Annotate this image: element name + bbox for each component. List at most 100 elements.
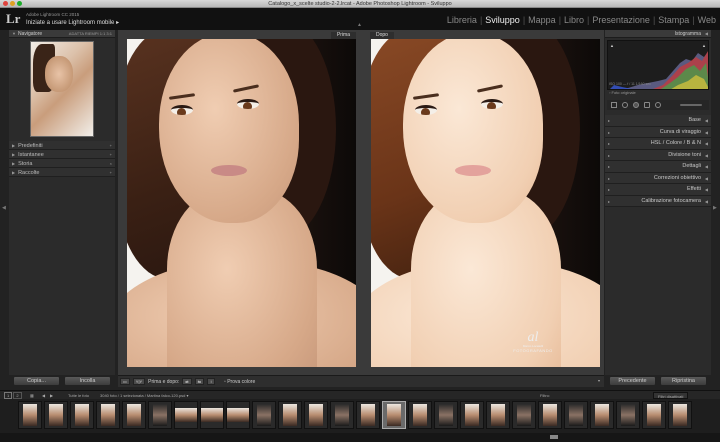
filmstrip-thumbnail[interactable] [486,401,510,429]
loupe-view-button[interactable]: ▭ [120,378,130,385]
section-label: Raccolte [18,170,40,176]
module-web[interactable]: Web [696,15,718,25]
filmstrip-scrollbar[interactable] [0,433,720,442]
panel-switch-icon[interactable]: ▸ [608,184,610,195]
module-libreria[interactable]: Libreria [445,15,479,25]
filmstrip-thumbnail[interactable] [460,401,484,429]
filmstrip-thumbnail[interactable] [252,401,276,429]
reset-button[interactable]: Ripristina [660,376,707,386]
copy-before-to-after-button[interactable]: ⇄ [182,378,192,385]
develop-section-2[interactable]: ▸ HSL / Colore / B & N ◀ [605,138,711,150]
primary-screen-button[interactable]: 1 [4,392,13,399]
filmstrip-thumbnail[interactable] [174,401,198,429]
filmstrip-thumbnail[interactable] [434,401,458,429]
navigator-preview[interactable] [9,38,115,141]
navigator-header[interactable]: ▼ Navigatore ADATTA RIEMPI 1:1 3:1 [9,30,115,38]
adjustment-brush-slider[interactable] [680,104,702,106]
filmstrip-thumbnail[interactable] [96,401,120,429]
develop-section-4[interactable]: ▸ Dettagli ◀ [605,161,711,173]
secondary-screen-button[interactable]: 2 [13,392,22,399]
before-after-view-button[interactable]: Y|Y [132,378,146,385]
filmstrip-thumbnail[interactable] [642,401,666,429]
develop-section-3[interactable]: ▸ Divisione toni ◀ [605,149,711,161]
module-sviluppo[interactable]: Sviluppo [483,15,522,25]
filmstrip-thumbnail[interactable] [616,401,640,429]
copy-after-to-before-button[interactable]: ⇆ [194,378,205,385]
filmstrip-thumbnail[interactable] [278,401,302,429]
previous-button[interactable]: Precedente [609,376,656,386]
develop-section-6[interactable]: ▸ Effetti ◀ [605,184,711,196]
shadow-clipping-icon[interactable]: ▲ [610,43,614,48]
left-section-storia[interactable]: ▶ Storia × [9,159,115,168]
module-presentazione[interactable]: Presentazione [590,15,652,25]
soft-proof-checkbox[interactable]: ▫ Prova colore [224,379,255,385]
panel-switch-icon[interactable]: ▸ [608,161,610,172]
histogram-header[interactable]: Istogramma ◀ [605,30,711,38]
after-photo[interactable] [371,39,600,367]
graduated-filter-tool-icon[interactable] [644,102,650,108]
panel-switch-icon[interactable]: ▸ [608,115,610,126]
highlight-clipping-icon[interactable]: ▲ [702,43,706,48]
filmstrip-thumbnail[interactable] [44,401,68,429]
panel-switch-icon[interactable]: ▸ [608,150,610,161]
develop-section-0[interactable]: ▸ Base ◀ [605,115,711,127]
section-label: Storia [18,161,33,167]
filmstrip-thumbnail[interactable] [512,401,536,429]
filmstrip-thumbnail[interactable] [538,401,562,429]
right-panel-footer: Precedente Ripristina [605,375,711,387]
module-mappa[interactable]: Mappa [526,15,558,25]
filmstrip-thumbnail[interactable] [200,401,224,429]
filmstrip-thumbnail[interactable] [18,401,42,429]
left-section-predefiniti[interactable]: ▶ Predefiniti + [9,141,115,150]
section-action-icon[interactable]: + [110,141,112,150]
before-photo[interactable] [127,39,356,367]
filmstrip-thumbnail[interactable] [226,401,250,429]
module-stampa[interactable]: Stampa [656,15,691,25]
filmstrip-thumbnail[interactable] [304,401,328,429]
mobile-task-label: Iniziate a usare Lightroom mobile [26,20,115,26]
original-photo-checkbox[interactable]: ▫ Foto originale [609,90,636,95]
filmstrip-thumbnail[interactable] [356,401,380,429]
zoom-options[interactable]: ADATTA RIEMPI 1:1 3:1 [69,30,112,38]
filmstrip-thumbnail[interactable] [564,401,588,429]
filmstrip [0,399,720,433]
filmstrip-scroll-thumb[interactable] [550,435,558,439]
paste-button[interactable]: Incolla [64,376,111,386]
module-libro[interactable]: Libro [562,15,586,25]
develop-section-7[interactable]: ▸ Calibrazione fotocamera ◀ [605,195,711,207]
left-section-raccolte[interactable]: ▶ Raccolte + [9,168,115,177]
panel-switch-icon[interactable]: ▸ [608,173,610,184]
filmstrip-thumbnail[interactable] [330,401,354,429]
panel-switch-icon[interactable]: ▸ [608,127,610,138]
watermark-title: FOTOGRAFANDO [513,348,553,353]
develop-section-1[interactable]: ▸ Curva di viraggio ◀ [605,126,711,138]
left-panel-toggle-icon[interactable]: ◀ [2,205,6,211]
mobile-task-link[interactable]: Iniziate a usare Lightroom mobile ▸ [26,19,119,26]
radial-filter-tool-icon[interactable] [655,102,661,108]
red-eye-tool-icon[interactable] [633,102,639,108]
section-action-icon[interactable]: + [110,168,112,177]
filmstrip-thumbnail[interactable] [590,401,614,429]
toolbar-dropdown-icon[interactable]: ▾ [598,378,600,383]
panel-switch-icon[interactable]: ▸ [608,196,610,207]
crop-tool-icon[interactable] [611,102,617,108]
right-panel-toggle-icon[interactable]: ▶ [713,205,717,211]
swap-before-after-button[interactable]: ↕ [207,378,216,385]
filmstrip-thumbnail[interactable] [122,401,146,429]
left-section-istantanee[interactable]: ▶ Istantanee + [9,150,115,159]
filmstrip-thumbnail[interactable] [148,401,172,429]
filmstrip-thumbnail[interactable] [382,401,406,429]
copy-button[interactable]: Copia... [13,376,60,386]
lightroom-logo: Lr [6,11,21,26]
panel-switch-icon[interactable]: ▸ [608,138,610,149]
viewer-toolbar: ▭ Y|Y Prima e dopo: ⇄ ⇆ ↕ ▫ Prova colore… [118,375,604,387]
section-action-icon[interactable]: × [110,159,112,168]
filmstrip-thumbnail[interactable] [70,401,94,429]
filter-dropdown[interactable]: Filtri disattivati [653,392,689,399]
spot-removal-tool-icon[interactable] [622,102,628,108]
section-action-icon[interactable]: + [110,150,112,159]
develop-section-5[interactable]: ▸ Correzioni obiettivo ◀ [605,172,711,184]
filmstrip-thumbnail[interactable] [408,401,432,429]
filmstrip-thumbnail[interactable] [668,401,692,429]
top-panel-toggle-icon[interactable]: ▲ [357,22,362,28]
